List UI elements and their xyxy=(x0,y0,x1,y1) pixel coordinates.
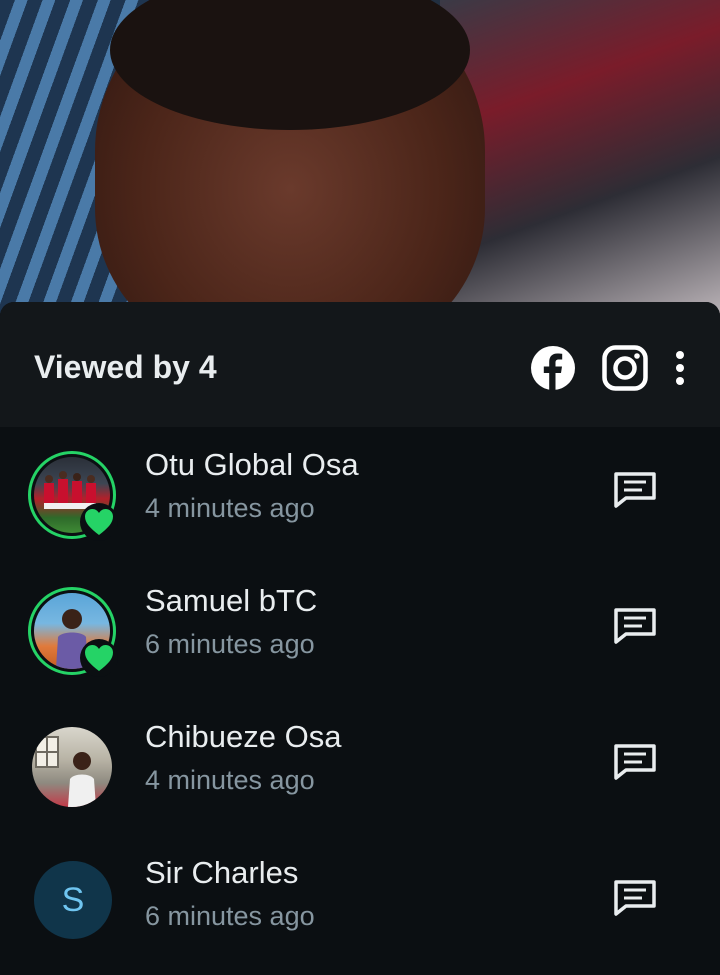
avatar[interactable] xyxy=(28,587,118,677)
view-time: 6 minutes ago xyxy=(145,901,315,931)
viewer-row[interactable]: S Sir Charles 6 minutes ago xyxy=(0,835,720,971)
view-time: 4 minutes ago xyxy=(145,493,315,523)
viewer-row[interactable]: Samuel bTC 6 minutes ago xyxy=(0,563,720,699)
facebook-icon[interactable] xyxy=(530,345,576,391)
view-time: 4 minutes ago xyxy=(145,765,315,795)
viewer-list: Otu Global Osa 4 minutes ago Samuel bTC … xyxy=(0,427,720,971)
more-vert-icon[interactable] xyxy=(674,350,686,386)
instagram-icon[interactable] xyxy=(602,344,648,391)
viewer-row[interactable]: Chibueze Osa 4 minutes ago xyxy=(0,699,720,835)
status-photo xyxy=(0,0,720,330)
viewer-name: Otu Global Osa xyxy=(145,447,359,482)
message-icon[interactable] xyxy=(612,607,658,650)
message-icon[interactable] xyxy=(612,879,658,922)
heart-icon xyxy=(80,639,118,677)
avatar[interactable] xyxy=(28,723,116,811)
viewer-name: Chibueze Osa xyxy=(145,719,342,754)
viewer-row[interactable]: Otu Global Osa 4 minutes ago xyxy=(0,427,720,563)
message-icon[interactable] xyxy=(612,743,658,786)
viewer-info: Otu Global Osa 4 minutes ago xyxy=(145,447,359,524)
viewed-by-title: Viewed by 4 xyxy=(34,349,217,385)
viewer-name: Sir Charles xyxy=(145,855,299,890)
viewer-info: Samuel bTC 6 minutes ago xyxy=(145,583,317,660)
heart-icon xyxy=(80,503,118,541)
viewer-name: Samuel bTC xyxy=(145,583,318,618)
viewer-info: Sir Charles 6 minutes ago xyxy=(145,855,315,932)
viewer-info: Chibueze Osa 4 minutes ago xyxy=(145,719,341,796)
viewed-by-sheet: Viewed by 4 Otu Global Osa 4 minutes ago… xyxy=(0,302,720,975)
sheet-header: Viewed by 4 xyxy=(0,302,720,427)
view-time: 6 minutes ago xyxy=(145,629,315,659)
header-actions xyxy=(530,339,686,391)
avatar[interactable]: S xyxy=(34,861,112,939)
message-icon[interactable] xyxy=(612,471,658,514)
avatar[interactable] xyxy=(28,451,118,541)
